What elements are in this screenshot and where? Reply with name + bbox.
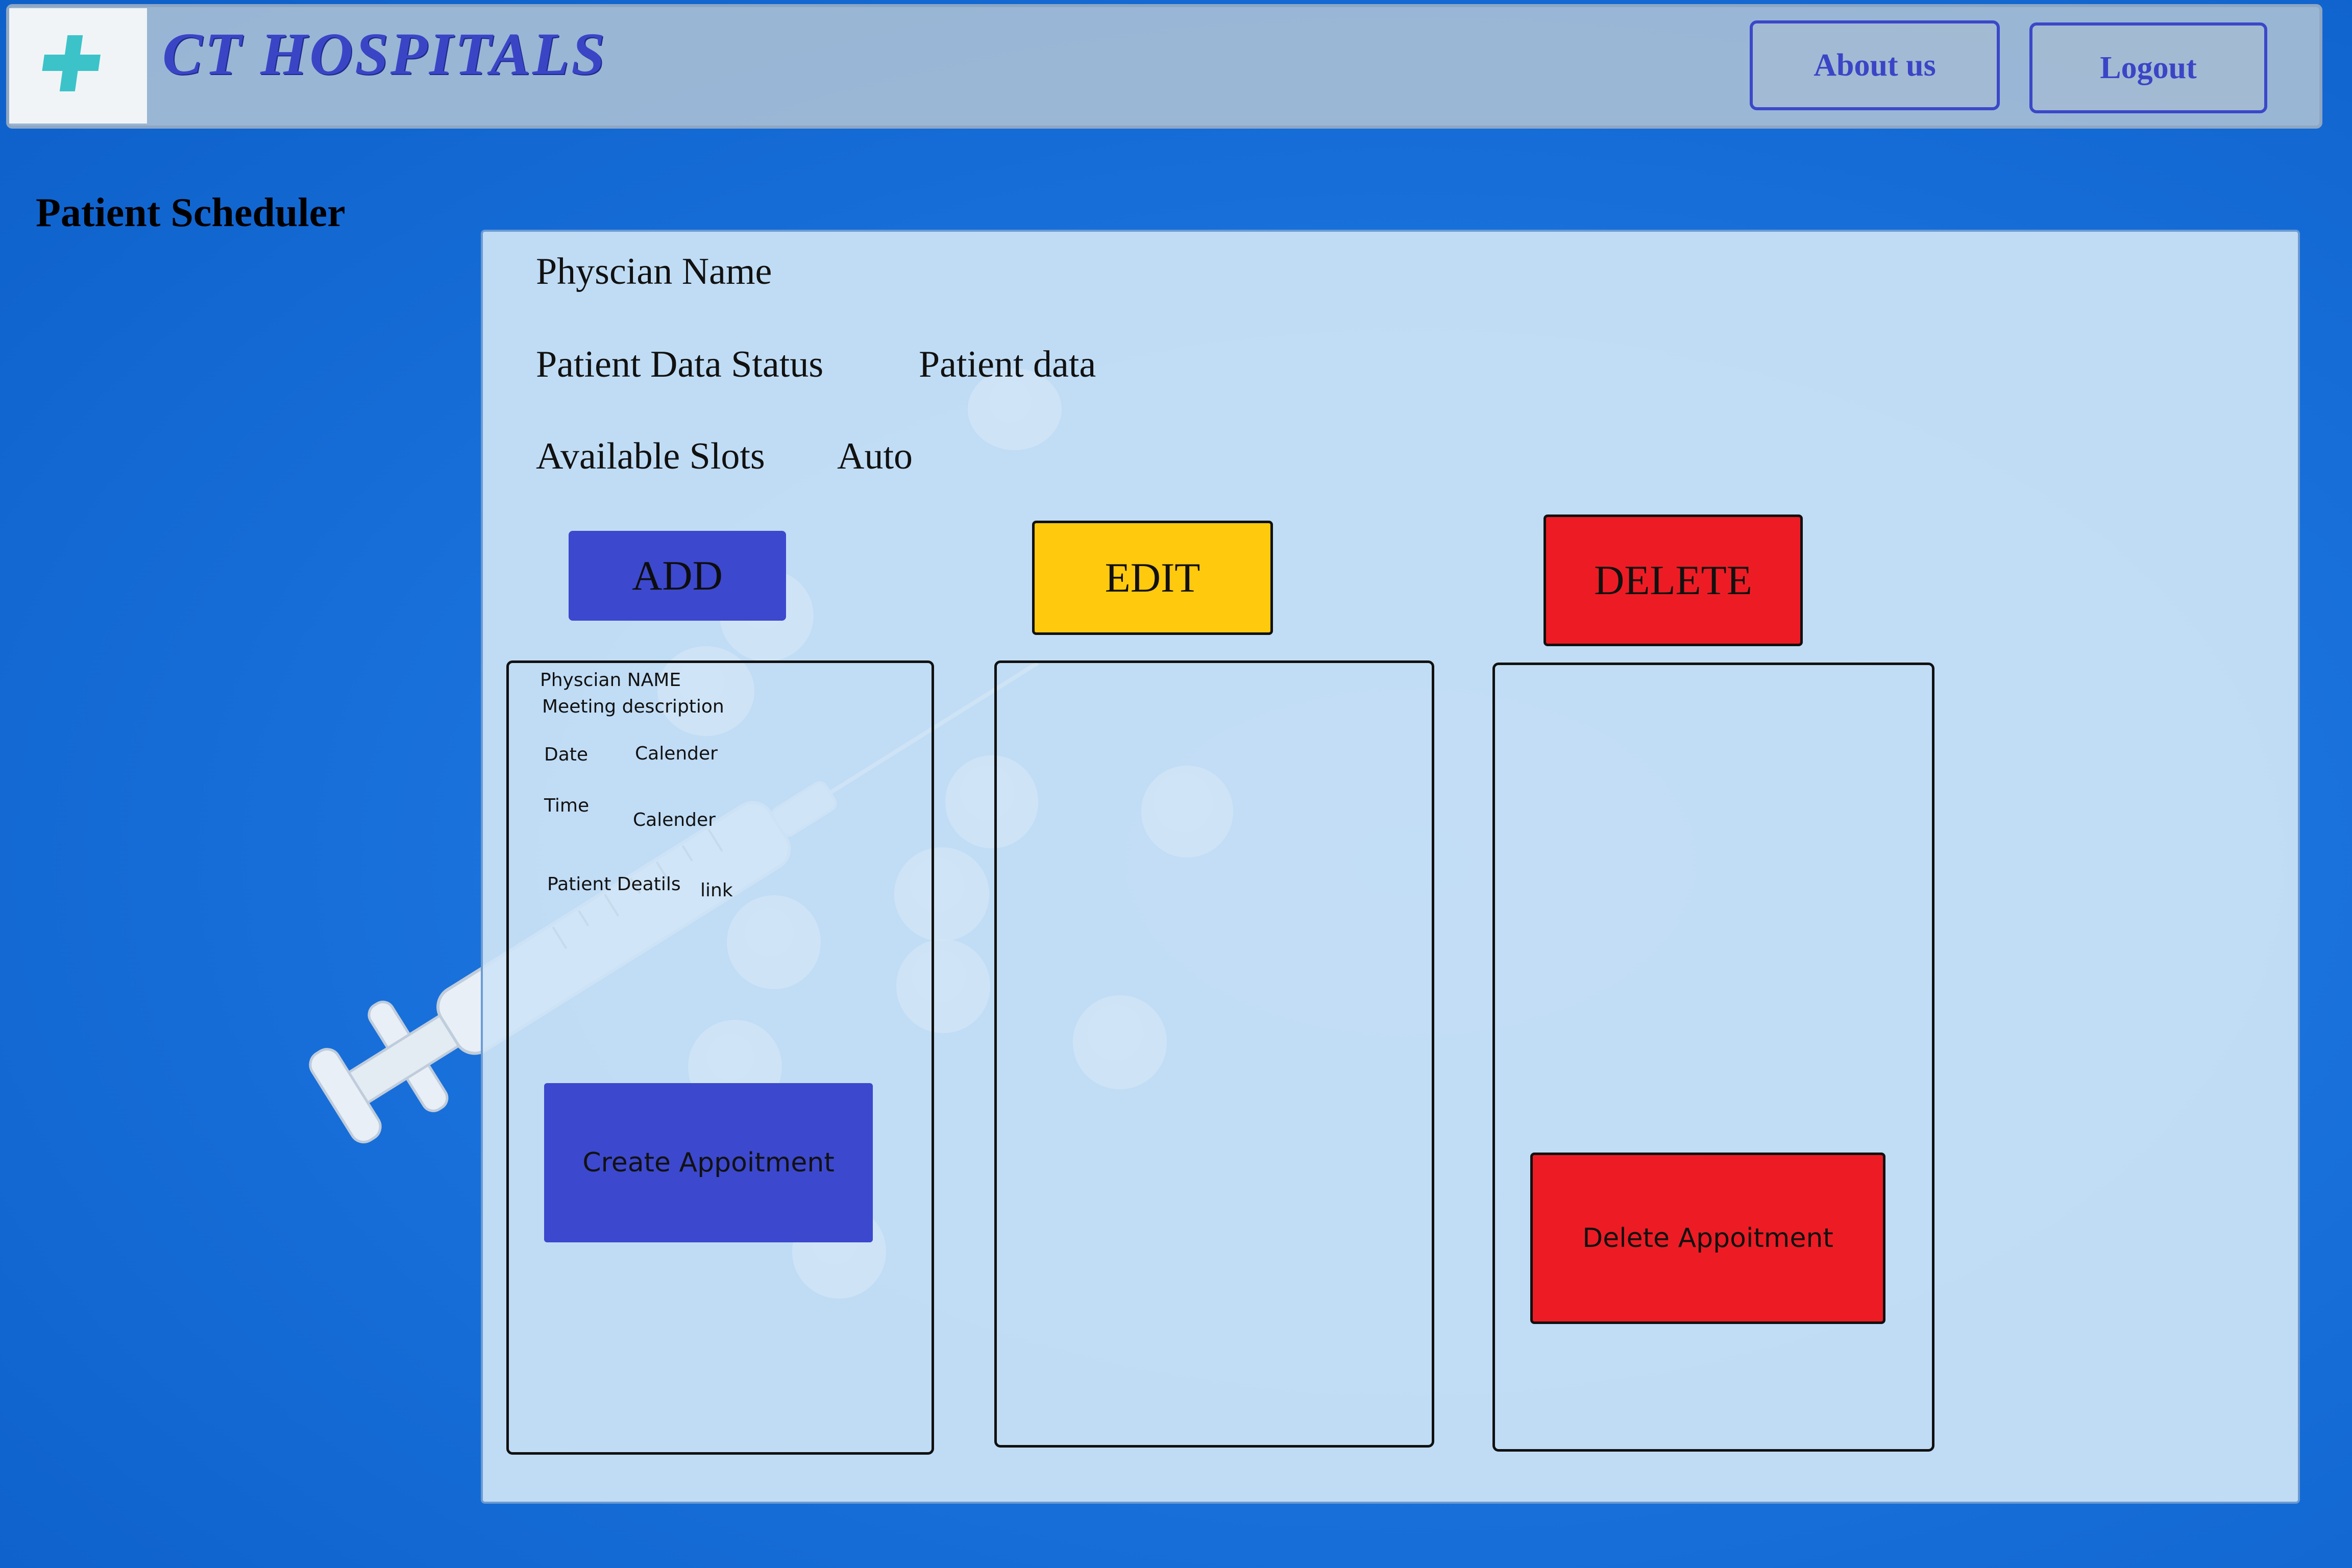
patient-details-label: Patient Deatils <box>547 874 681 895</box>
delete-button[interactable]: DELETE <box>1544 514 1803 646</box>
create-appointment-button[interactable]: Create Appoitment <box>544 1083 873 1242</box>
physician-name-field[interactable]: Physcian NAME <box>540 670 681 691</box>
patient-data-status-label: Patient Data Status <box>536 344 824 385</box>
brand-title: CT HOSPITALS <box>162 20 607 87</box>
page-title: Patient Scheduler <box>36 190 346 235</box>
time-label: Time <box>544 795 590 816</box>
available-slots-label: Available Slots <box>536 435 765 477</box>
medical-cross-icon <box>42 35 101 91</box>
add-appointment-form <box>506 660 934 1455</box>
edit-appointment-form <box>994 660 1434 1448</box>
add-button[interactable]: ADD <box>569 531 786 621</box>
time-calendar-picker[interactable]: Calender <box>633 810 716 830</box>
physician-name-label: Physcian Name <box>536 251 772 292</box>
date-label: Date <box>544 744 589 765</box>
edit-button[interactable]: EDIT <box>1032 521 1273 635</box>
delete-appointment-form <box>1492 663 1934 1452</box>
available-slots-value: Auto <box>837 435 913 477</box>
delete-appointment-button[interactable]: Delete Appoitment <box>1530 1153 1885 1324</box>
meeting-description-field[interactable]: Meeting description <box>542 696 724 717</box>
about-us-button[interactable]: About us <box>1750 20 2000 110</box>
logout-button[interactable]: Logout <box>2029 22 2267 113</box>
patient-details-link[interactable]: link <box>700 880 733 901</box>
date-calendar-picker[interactable]: Calender <box>635 743 718 764</box>
patient-data-value[interactable]: Patient data <box>919 343 1096 386</box>
